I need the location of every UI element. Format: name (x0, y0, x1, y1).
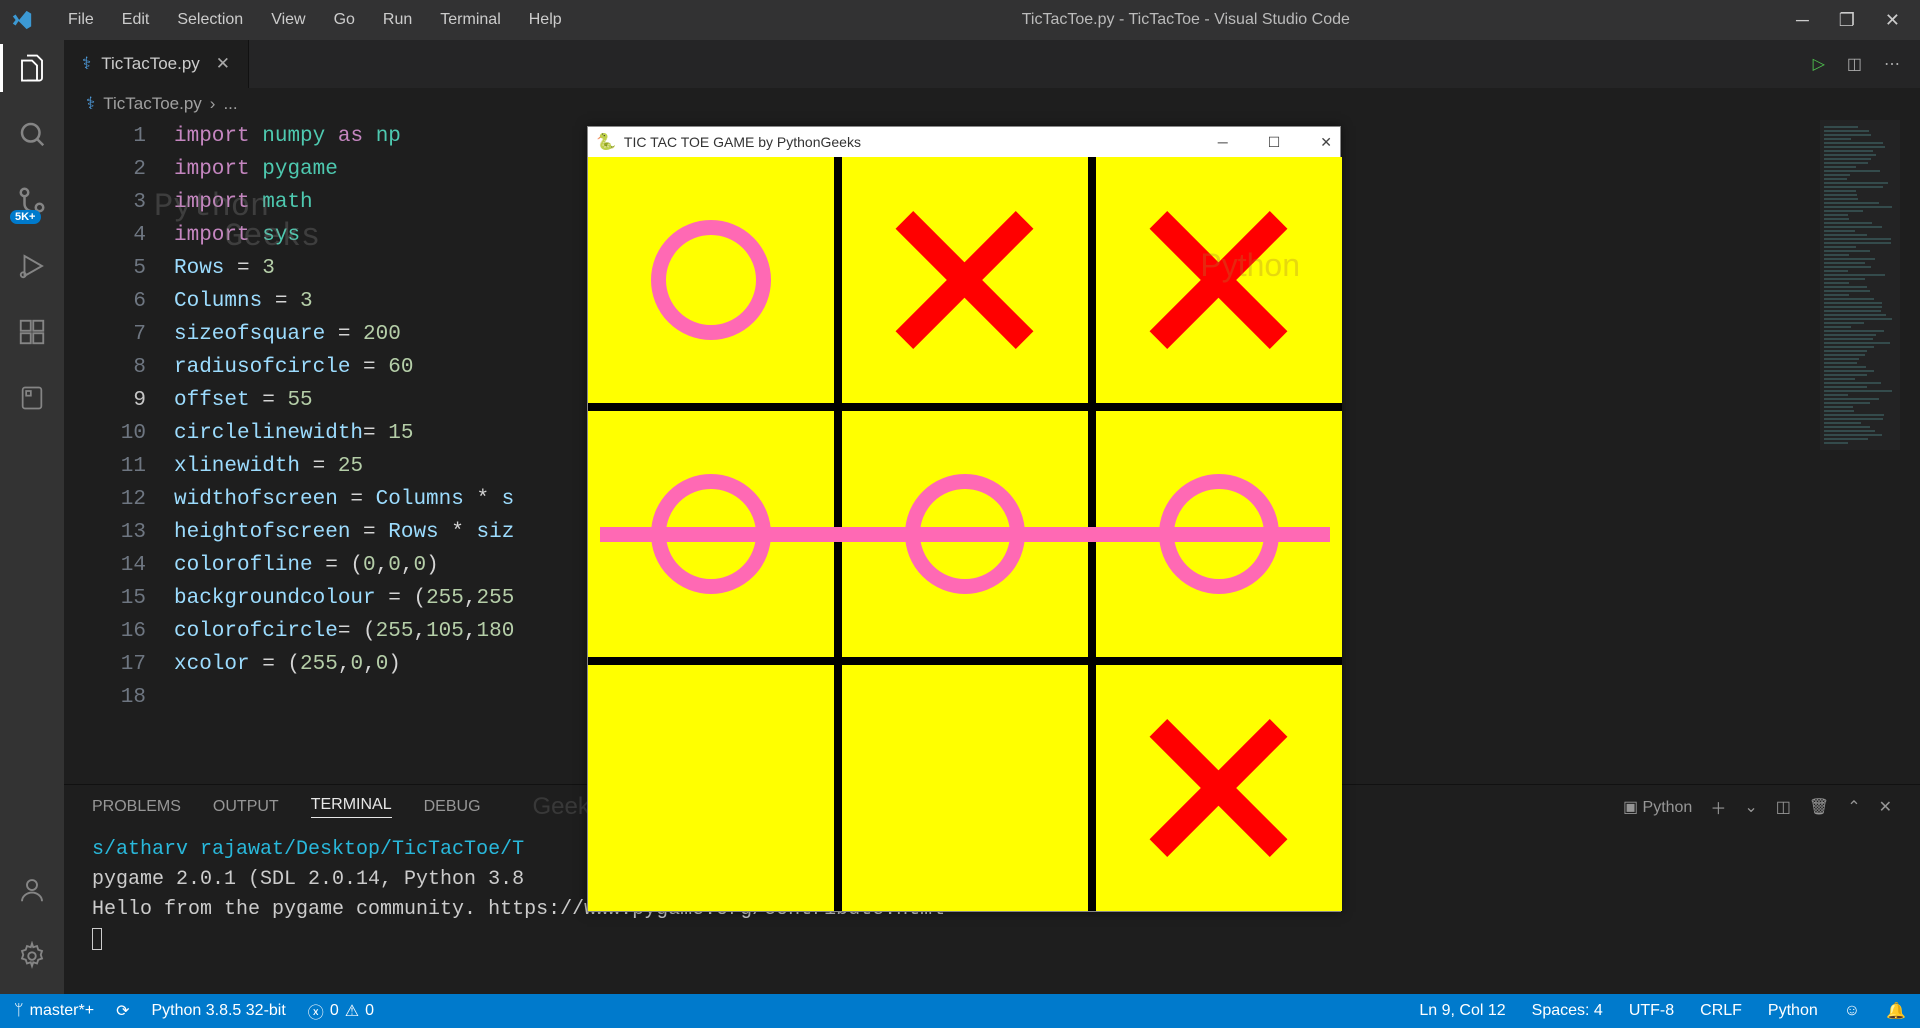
x-mark (1154, 215, 1284, 345)
git-branch[interactable]: ᛘ master*+ (14, 1002, 94, 1020)
menu-view[interactable]: View (257, 11, 319, 29)
line-gutter: 123456789101112131415161718 (64, 120, 174, 784)
sync-icon[interactable]: ⟳ (116, 1001, 129, 1021)
board-cell[interactable] (842, 665, 1088, 911)
game-title: TIC TAC TOE GAME by PythonGeeks (624, 134, 861, 150)
tab-bar: ⚕ TicTacToe.py ✕ ▷ ◫ ⋯ (64, 40, 1920, 88)
split-terminal-icon[interactable]: ◫ (1776, 797, 1791, 817)
remote-icon[interactable] (14, 380, 50, 416)
maximize-panel-icon[interactable]: ⌃ (1847, 797, 1860, 817)
cursor-position[interactable]: Ln 9, Col 12 (1419, 1002, 1505, 1020)
encoding-status[interactable]: UTF-8 (1629, 1002, 1674, 1020)
game-close-icon[interactable]: ✕ (1320, 134, 1332, 151)
menu-run[interactable]: Run (369, 11, 426, 29)
breadcrumb-more: ... (223, 94, 237, 114)
tab-close-icon[interactable]: ✕ (216, 54, 230, 74)
board-cell[interactable] (588, 665, 834, 911)
circle-mark (651, 220, 771, 340)
menu-selection[interactable]: Selection (163, 11, 257, 29)
statusbar: ᛘ master*+ ⟳ Python 3.8.5 32-bit ⓧ 0 ⚠ 0… (0, 994, 1920, 1028)
board-cell[interactable] (842, 157, 1088, 403)
menu-go[interactable]: Go (320, 11, 369, 29)
more-actions-icon[interactable]: ⋯ (1884, 54, 1900, 74)
python-file-icon: ⚕ (86, 94, 95, 114)
terminal-shell-label[interactable]: ▣ Python (1623, 797, 1692, 817)
vscode-logo-icon (10, 8, 34, 32)
settings-gear-icon[interactable] (14, 938, 50, 974)
kill-terminal-icon[interactable]: 🗑 (1809, 797, 1829, 817)
x-mark (900, 215, 1030, 345)
tab-debug-console[interactable]: DEBUG (424, 798, 481, 816)
minimize-icon[interactable]: ─ (1796, 10, 1809, 31)
search-icon[interactable] (14, 116, 50, 152)
notifications-icon[interactable]: 🔔 (1886, 1001, 1906, 1021)
menu-file[interactable]: File (54, 11, 108, 29)
window-title: TicTacToe.py - TicTacToe - Visual Studio… (576, 11, 1796, 29)
game-board[interactable] (588, 157, 1342, 911)
problems-status[interactable]: ⓧ 0 ⚠ 0 (308, 999, 374, 1023)
activitybar: 5K+ (0, 40, 64, 994)
board-cell[interactable] (588, 157, 834, 403)
indent-status[interactable]: Spaces: 4 (1532, 1002, 1603, 1020)
language-mode[interactable]: Python (1768, 1002, 1818, 1020)
game-titlebar: 🐍 TIC TAC TOE GAME by PythonGeeks ─ ☐ ✕ (588, 127, 1340, 157)
menu-terminal[interactable]: Terminal (426, 11, 514, 29)
source-control-icon[interactable]: 5K+ (14, 182, 50, 218)
menu-edit[interactable]: Edit (108, 11, 164, 29)
maximize-icon[interactable]: ❐ (1839, 10, 1855, 31)
breadcrumb[interactable]: ⚕ TicTacToe.py › ... (64, 88, 1920, 120)
tab-problems[interactable]: PROBLEMS (92, 798, 181, 816)
menu-help[interactable]: Help (515, 11, 576, 29)
tab-label: TicTacToe.py (101, 54, 200, 74)
run-file-icon[interactable]: ▷ (1813, 54, 1825, 74)
game-maximize-icon[interactable]: ☐ (1268, 134, 1281, 151)
titlebar: File Edit Selection View Go Run Terminal… (0, 0, 1920, 40)
terminal-dropdown-icon[interactable]: ⌄ (1744, 797, 1757, 817)
eol-status[interactable]: CRLF (1700, 1002, 1742, 1020)
win-line (600, 527, 1330, 542)
game-window: 🐍 TIC TAC TOE GAME by PythonGeeks ─ ☐ ✕ … (587, 126, 1341, 912)
split-editor-icon[interactable]: ◫ (1847, 54, 1862, 74)
explorer-icon[interactable] (14, 50, 50, 86)
breadcrumb-file: TicTacToe.py (103, 94, 202, 114)
tab-terminal[interactable]: TERMINAL (311, 796, 392, 818)
game-minimize-icon[interactable]: ─ (1218, 134, 1228, 151)
close-panel-icon[interactable]: ✕ (1879, 797, 1892, 817)
python-file-icon: ⚕ (82, 54, 91, 74)
scm-badge: 5K+ (10, 210, 41, 224)
new-terminal-icon[interactable]: ＋ (1710, 795, 1726, 819)
feedback-icon[interactable]: ☺ (1844, 1002, 1860, 1020)
account-icon[interactable] (14, 872, 50, 908)
tab-output[interactable]: OUTPUT (213, 798, 279, 816)
x-mark (1154, 723, 1284, 853)
close-icon[interactable]: ✕ (1885, 10, 1900, 31)
pygame-icon: 🐍 (596, 132, 616, 152)
python-env[interactable]: Python 3.8.5 32-bit (151, 1002, 285, 1020)
board-cell[interactable] (1096, 157, 1342, 403)
tab-tictactoe[interactable]: ⚕ TicTacToe.py ✕ (64, 40, 249, 88)
minimap[interactable] (1820, 120, 1900, 450)
extensions-icon[interactable] (14, 314, 50, 350)
run-debug-icon[interactable] (14, 248, 50, 284)
board-cell[interactable] (1096, 665, 1342, 911)
breadcrumb-sep: › (210, 94, 216, 114)
